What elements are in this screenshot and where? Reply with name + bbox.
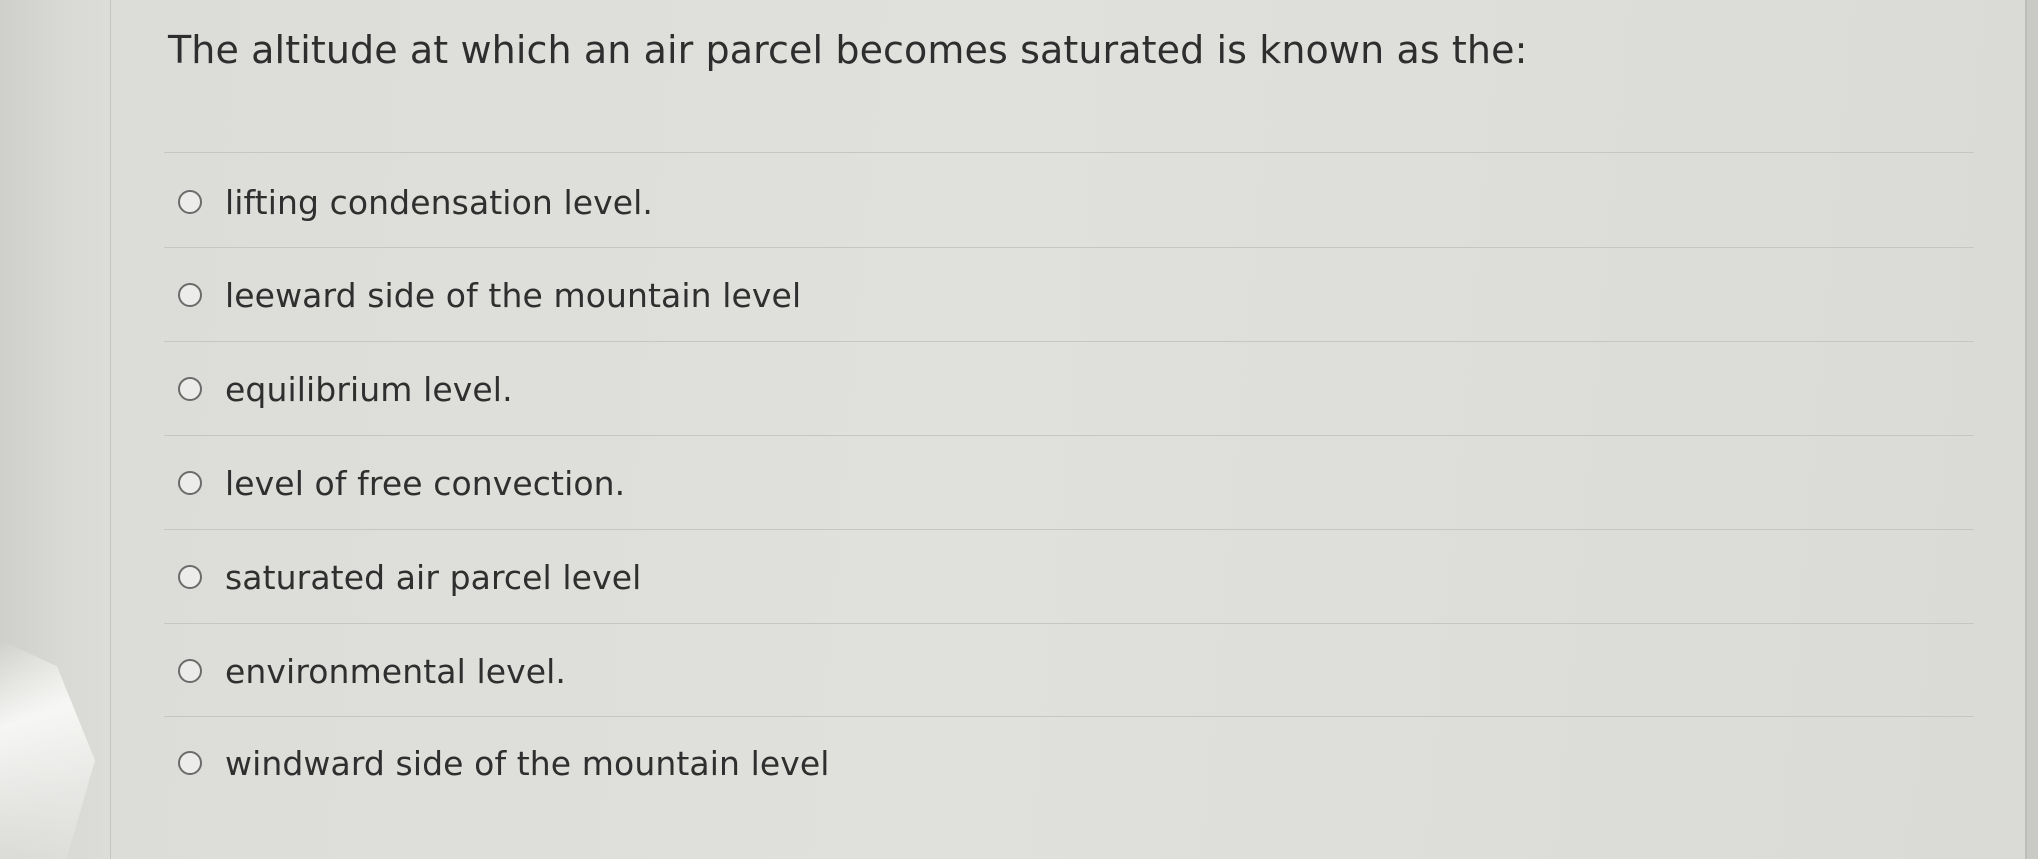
divider <box>164 529 1974 530</box>
answer-option-5[interactable]: saturated air parcel level <box>178 555 641 599</box>
answer-option-2[interactable]: leeward side of the mountain level <box>178 273 801 317</box>
answer-option-label: environmental level. <box>225 651 567 691</box>
background-left-margin <box>0 0 110 859</box>
radio-button[interactable] <box>178 659 202 683</box>
radio-button[interactable] <box>178 751 202 775</box>
divider <box>164 341 1974 342</box>
answer-option-label: saturated air parcel level <box>225 557 642 597</box>
answer-option-label: level of free convection. <box>225 463 626 503</box>
answer-option-7[interactable]: windward side of the mountain level <box>178 741 830 785</box>
answer-option-6[interactable]: environmental level. <box>178 649 566 693</box>
radio-button[interactable] <box>178 283 202 307</box>
answer-option-3[interactable]: equilibrium level. <box>178 367 513 411</box>
divider <box>164 247 1974 248</box>
answer-option-label: lifting condensation level. <box>225 182 654 222</box>
divider <box>164 435 1974 436</box>
screen-glare <box>0 640 95 859</box>
question-text: The altitude at which an air parcel beco… <box>168 28 1528 72</box>
answer-option-label: windward side of the mountain level <box>225 743 830 783</box>
divider <box>164 152 1974 153</box>
divider <box>164 716 1974 717</box>
answer-option-label: equilibrium level. <box>225 369 513 409</box>
radio-button[interactable] <box>178 190 202 214</box>
radio-button[interactable] <box>178 377 202 401</box>
card-right-edge <box>2025 0 2038 859</box>
answer-option-label: leeward side of the mountain level <box>225 275 802 315</box>
radio-button[interactable] <box>178 565 202 589</box>
divider <box>164 623 1974 624</box>
answer-option-4[interactable]: level of free convection. <box>178 461 625 505</box>
radio-button[interactable] <box>178 471 202 495</box>
answer-option-1[interactable]: lifting condensation level. <box>178 180 653 224</box>
question-card: The altitude at which an air parcel beco… <box>110 0 2026 859</box>
